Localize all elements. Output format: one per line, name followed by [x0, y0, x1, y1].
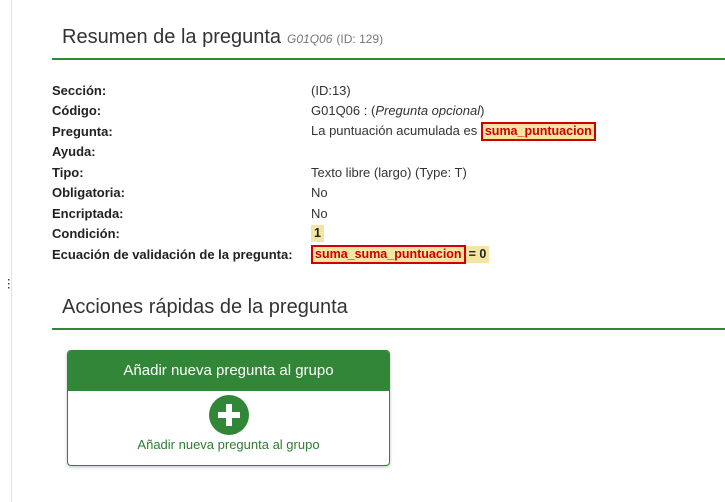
mandatory-label: Obligatoria:: [52, 185, 125, 201]
add-question-card[interactable]: Añadir nueva pregunta al grupo Añadir nu…: [67, 350, 390, 466]
condition-value-cell: 1: [311, 224, 596, 245]
sidebar-divider: [11, 0, 12, 502]
condition-label: Condición:: [52, 226, 120, 242]
help-label: Ayuda:: [52, 144, 96, 160]
row-mandatory: Obligatoria: No: [52, 183, 596, 204]
summary-title: Resumen de la pregunta G01Q06 (ID: 129): [52, 22, 725, 54]
question-variable-error: suma_puntuacion: [480, 121, 596, 141]
code-label: Código:: [52, 103, 102, 119]
row-condition: Condición: 1: [52, 224, 596, 245]
validation-value: suma_suma_puntuacion = 0: [311, 244, 596, 265]
type-label: Tipo:: [52, 164, 84, 180]
summary-title-text: Resumen de la pregunta: [62, 26, 282, 48]
actions-header: Acciones rápidas de la pregunta: [52, 292, 725, 330]
code-value-suffix: ): [480, 103, 485, 119]
code-value: G01Q06 : (Pregunta opcional): [311, 101, 596, 122]
mandatory-value: No: [311, 185, 328, 201]
question-id: (ID: 129): [336, 32, 384, 46]
row-validation: Ecuación de validación de la pregunta: s…: [52, 244, 596, 265]
validation-label: Ecuación de validación de la pregunta:: [52, 246, 293, 262]
section-value: (ID:13): [311, 82, 351, 98]
row-help: Ayuda:: [52, 142, 596, 163]
question-code: G01Q06: [287, 32, 333, 46]
row-encrypted: Encriptada: No: [52, 203, 596, 224]
sidebar-resize-handle-icon[interactable]: · · ·: [7, 276, 11, 294]
row-question: Pregunta: La puntuación acumulada es sum…: [52, 121, 596, 142]
code-value-optional: Pregunta opcional: [375, 103, 481, 119]
encrypted-value: No: [311, 205, 328, 221]
question-label: Pregunta:: [52, 123, 113, 139]
actions-title: Acciones rápidas de la pregunta: [62, 296, 348, 318]
row-section: Sección: (ID:13): [52, 80, 596, 101]
summary-header: Resumen de la pregunta G01Q06 (ID: 129): [52, 22, 725, 60]
add-question-card-header: Añadir nueva pregunta al grupo: [68, 351, 389, 391]
section-label: Sección:: [52, 82, 107, 98]
add-question-link[interactable]: Añadir nueva pregunta al grupo: [68, 437, 389, 452]
question-value: La puntuación acumulada es suma_puntuaci…: [311, 121, 596, 142]
condition-value: 1: [311, 225, 324, 243]
validation-variable-error: suma_suma_puntuacion: [311, 244, 466, 264]
plus-circle-icon[interactable]: [209, 395, 249, 435]
question-summary-table: Sección: (ID:13) Código: G01Q06 : (Pregu…: [52, 80, 596, 265]
type-value: Texto libre (largo) (Type: T): [311, 164, 467, 180]
code-value-prefix: G01Q06 : (: [311, 103, 376, 119]
encrypted-label: Encriptada:: [52, 205, 124, 221]
question-summary-page: · · · Resumen de la pregunta G01Q06 (ID: 129…: [0, 0, 725, 502]
row-type: Tipo: Texto libre (largo) (Type: T): [52, 162, 596, 183]
row-code: Código: G01Q06 : (Pregunta opcional): [52, 101, 596, 122]
question-text: La puntuación acumulada es: [311, 122, 478, 138]
help-value: [311, 142, 596, 163]
validation-rest: = 0: [465, 245, 490, 263]
